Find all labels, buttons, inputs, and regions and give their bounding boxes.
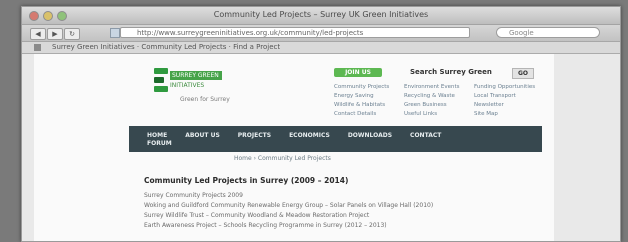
quick-link[interactable]: Site Map (474, 111, 544, 117)
window-title: Community Led Projects – Surrey UK Green… (213, 10, 429, 19)
quick-link[interactable]: Newsletter (474, 102, 544, 108)
bookmarks-label[interactable]: Surrey Green Initiatives · Community Led… (52, 43, 280, 51)
browser-search-input[interactable]: Google (496, 27, 600, 38)
main-content: Community Led Projects in Surrey (2009 –… (144, 176, 444, 232)
bookmarks-bar: Surrey Green Initiatives · Community Led… (22, 42, 620, 54)
bookmarks-icon (34, 44, 41, 51)
content-line[interactable]: Surrey Wildlife Trust – Community Woodla… (144, 212, 444, 219)
site-search-label: Search Surrey Green (410, 68, 492, 76)
search-go-button[interactable]: GO (512, 68, 534, 79)
forward-button[interactable]: ▶ (47, 28, 63, 40)
nav-forum[interactable]: FORUM (147, 140, 172, 147)
quick-links: Community Projects Environment Events Fu… (334, 84, 544, 117)
content-line[interactable]: Surrey Community Projects 2009 (144, 192, 444, 199)
quick-link[interactable]: Energy Saving (334, 93, 404, 99)
logo-tagline: Green for Surrey (180, 96, 230, 103)
browser-toolbar: ◀ ▶ ↻ http://www.surreygreeninitiatives.… (22, 25, 620, 42)
content-line[interactable]: Earth Awareness Project – Schools Recycl… (144, 222, 444, 229)
leaf-logo-icon (154, 68, 168, 98)
nav-about[interactable]: ABOUT US (185, 132, 220, 139)
browser-window: Community Led Projects – Surrey UK Green… (21, 6, 621, 242)
quick-link[interactable]: Environment Events (404, 84, 474, 90)
web-page: SURREY GREEN INITIATIVES Green for Surre… (34, 54, 554, 241)
main-navigation: HOME ABOUT US PROJECTS ECONOMICS DOWNLOA… (129, 126, 542, 152)
reload-button[interactable]: ↻ (64, 28, 80, 40)
nav-economics[interactable]: ECONOMICS (289, 132, 330, 139)
nav-contact[interactable]: CONTACT (410, 132, 441, 139)
title-bar: Community Led Projects – Surrey UK Green… (22, 7, 620, 25)
nav-downloads[interactable]: DOWNLOADS (348, 132, 392, 139)
quick-link[interactable]: Wildlife & Habitats (334, 102, 404, 108)
nav-home[interactable]: HOME (147, 132, 167, 139)
quick-link[interactable]: Funding Opportunities (474, 84, 544, 90)
logo-subtitle: INITIATIVES (170, 82, 205, 89)
content-line[interactable]: Woking and Guildford Community Renewable… (144, 202, 444, 209)
page-title: Community Led Projects in Surrey (2009 –… (144, 176, 349, 185)
quick-link[interactable]: Contact Details (334, 111, 404, 117)
address-bar[interactable]: http://www.surreygreeninitiatives.org.uk… (120, 27, 470, 38)
logo-title: SURREY GREEN (170, 71, 222, 80)
join-button[interactable]: JOIN US (334, 68, 382, 77)
quick-link[interactable]: Local Transport (474, 93, 544, 99)
quick-link[interactable]: Recycling & Waste (404, 93, 474, 99)
site-logo[interactable]: SURREY GREEN INITIATIVES Green for Surre… (154, 68, 254, 108)
site-favicon-icon (110, 28, 120, 38)
quick-link[interactable]: Green Business (404, 102, 474, 108)
quick-link[interactable]: Useful Links (404, 111, 474, 117)
quick-link[interactable]: Community Projects (334, 84, 404, 90)
nav-projects[interactable]: PROJECTS (238, 132, 271, 139)
back-button[interactable]: ◀ (30, 28, 46, 40)
breadcrumb[interactable]: Home › Community Led Projects (234, 155, 331, 162)
